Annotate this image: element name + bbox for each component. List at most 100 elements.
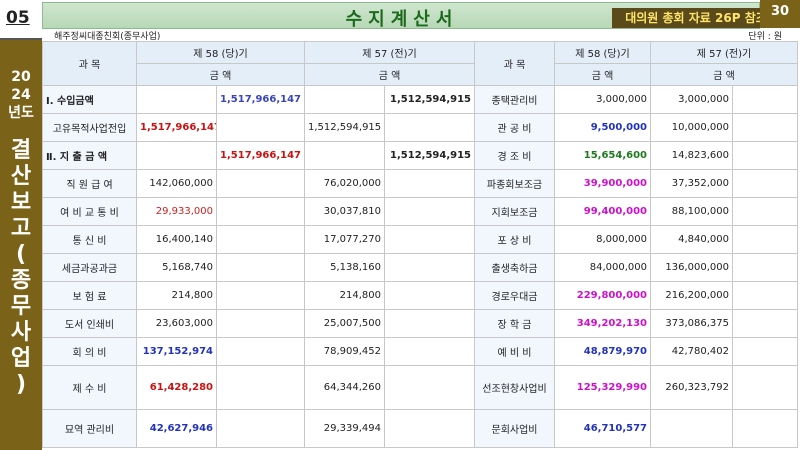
- cell-amount: 84,000,000: [554, 253, 651, 282]
- cell-empty: [732, 253, 798, 282]
- cell-amount: 25,007,500: [304, 309, 385, 338]
- cell-amount: 16,400,140: [136, 225, 217, 254]
- header-item: 과 목: [474, 41, 555, 86]
- sidebar-char: 결: [10, 138, 32, 163]
- cell-amount: 42,780,402: [650, 337, 733, 366]
- header-previous-period: 제 57 (전)기: [304, 41, 475, 64]
- sidebar-year: 20 24 년도: [0, 68, 42, 122]
- header-amount: 금 액: [650, 63, 798, 86]
- cell-amount: 1,512,594,915: [384, 141, 475, 170]
- cell-amount: [216, 337, 305, 366]
- row-label: 여 비 교 통 비: [42, 197, 137, 226]
- table-row: 회 의 비 137,152,974 78,909,452 예 비 비 48,87…: [42, 337, 798, 366]
- sidebar-char: (: [15, 242, 27, 267]
- cell-empty: [732, 113, 798, 142]
- cell-amount: [384, 365, 475, 410]
- sidebar-year-line: 24: [11, 87, 31, 103]
- cell-amount: [216, 113, 305, 142]
- cell-amount: 214,800: [136, 281, 217, 310]
- sidebar-char: 사: [10, 320, 32, 345]
- sidebar-char: 산: [10, 164, 32, 189]
- sidebar-char: ): [15, 372, 27, 397]
- cell-amount: [650, 409, 733, 448]
- cell-amount: 15,654,600: [554, 141, 651, 170]
- cell-amount: [384, 225, 475, 254]
- cell-empty: [732, 85, 798, 114]
- cell-amount: 37,352,000: [650, 169, 733, 198]
- cell-amount: 78,909,452: [304, 337, 385, 366]
- cell-amount: 9,500,000: [554, 113, 651, 142]
- row-label: 예 비 비: [474, 337, 555, 366]
- cell-amount: [216, 225, 305, 254]
- cell-amount: [384, 113, 475, 142]
- cell-amount: 30,037,810: [304, 197, 385, 226]
- table-row: 도서 인쇄비 23,603,000 25,007,500 장 학 금 349,2…: [42, 309, 798, 338]
- cell-amount: [216, 309, 305, 338]
- cell-amount: [304, 141, 385, 170]
- cell-amount: [384, 409, 475, 448]
- table-row: Ⅰ. 수입금액 1,517,966,147 1,512,594,915 종택관리…: [42, 85, 798, 114]
- cell-amount: 1,512,594,915: [304, 113, 385, 142]
- row-label: 관 공 비: [474, 113, 555, 142]
- sidebar: 20 24 년도 결 산 보 고 ( 종 무 사 업 ): [0, 40, 42, 450]
- cell-empty: [732, 197, 798, 226]
- cell-amount: 137,152,974: [136, 337, 217, 366]
- cell-amount: 260,323,792: [650, 365, 733, 410]
- table-row: 보 험 료 214,800 214,800 경로우대금 229,800,000 …: [42, 281, 798, 310]
- cell-amount: [304, 85, 385, 114]
- cell-amount: 216,200,000: [650, 281, 733, 310]
- cell-empty: [732, 409, 798, 448]
- cell-amount: [216, 409, 305, 448]
- cell-amount: 42,627,946: [136, 409, 217, 448]
- cell-amount: 17,077,270: [304, 225, 385, 254]
- corner-tab: 30: [760, 0, 800, 28]
- cell-empty: [732, 141, 798, 170]
- cell-amount: [216, 281, 305, 310]
- income-expense-table: 과 목 제 58 (당)기 제 57 (전)기 과 목 제 58 (당)기 제 …: [42, 41, 798, 448]
- cell-amount: 1,517,966,147: [216, 85, 305, 114]
- table-row: 제 수 비 61,428,280 64,344,260 선조현창사업비 125,…: [42, 365, 798, 410]
- cell-amount: 10,000,000: [650, 113, 733, 142]
- cell-amount: [216, 253, 305, 282]
- cell-amount: 48,879,970: [554, 337, 651, 366]
- row-label: 종택관리비: [474, 85, 555, 114]
- cell-amount: 46,710,577: [554, 409, 651, 448]
- row-label: 장 학 금: [474, 309, 555, 338]
- cell-amount: 1,517,966,147: [216, 141, 305, 170]
- cell-amount: 3,000,000: [554, 85, 651, 114]
- cell-amount: 125,329,990: [554, 365, 651, 410]
- header-amount: 금 액: [304, 63, 475, 86]
- cell-amount: [216, 365, 305, 410]
- cell-empty: [732, 281, 798, 310]
- cell-amount: [136, 141, 217, 170]
- cell-amount: 229,800,000: [554, 281, 651, 310]
- table-row: Ⅱ. 지 출 금 액 1,517,966,147 1,512,594,915 경…: [42, 141, 798, 170]
- cell-amount: 61,428,280: [136, 365, 217, 410]
- cell-empty: [732, 169, 798, 198]
- row-label: Ⅰ. 수입금액: [42, 85, 137, 114]
- page-number-box: 05: [0, 0, 42, 40]
- cell-amount: 29,933,000: [136, 197, 217, 226]
- sidebar-char: 종: [10, 268, 32, 293]
- row-label: 선조현창사업비: [474, 365, 555, 410]
- row-label: 직 원 급 여: [42, 169, 137, 198]
- cell-amount: 99,400,000: [554, 197, 651, 226]
- title-bar: 수지계산서 대의원 총회 자료 26P 참조: [42, 2, 780, 30]
- header-current-period: 제 58 (당)기: [136, 41, 305, 64]
- cell-amount: 88,100,000: [650, 197, 733, 226]
- cell-amount: 4,840,000: [650, 225, 733, 254]
- row-label: 포 상 비: [474, 225, 555, 254]
- sidebar-year-line: 20: [11, 69, 31, 85]
- cell-amount: [384, 169, 475, 198]
- row-label: Ⅱ. 지 출 금 액: [42, 141, 137, 170]
- row-label: 출생축하금: [474, 253, 555, 282]
- row-label: 지회보조금: [474, 197, 555, 226]
- cell-empty: [732, 337, 798, 366]
- header-amount: 금 액: [136, 63, 305, 86]
- row-label: 세금과공과금: [42, 253, 137, 282]
- row-label: 통 신 비: [42, 225, 137, 254]
- cell-amount: 29,339,494: [304, 409, 385, 448]
- sidebar-char: 고: [10, 216, 32, 241]
- cell-amount: 5,168,740: [136, 253, 217, 282]
- row-label: 고유목적사업전입: [42, 113, 137, 142]
